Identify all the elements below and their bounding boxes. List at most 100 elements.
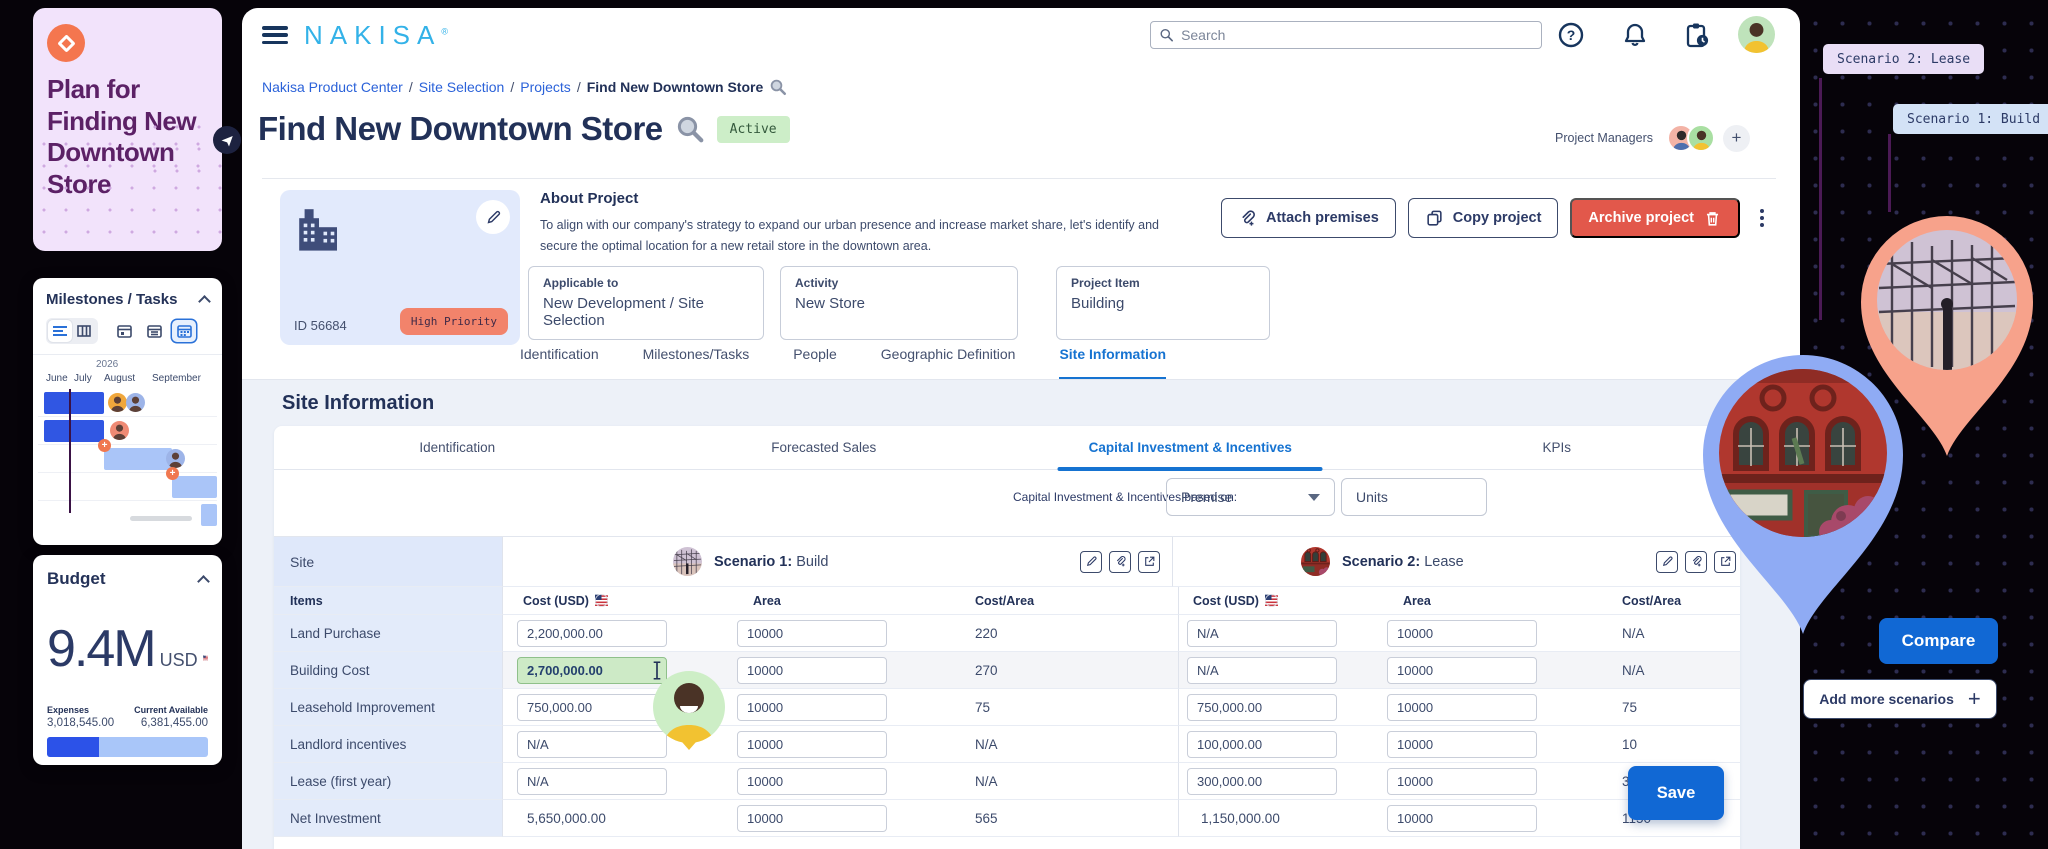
attach-scenario-button[interactable] [1109, 551, 1131, 573]
add-task-badge[interactable]: + [166, 467, 179, 480]
edit-scenario-button[interactable] [1656, 551, 1678, 573]
s1-area-input[interactable] [737, 805, 887, 832]
add-manager-button[interactable]: + [1723, 125, 1750, 152]
column-view-button[interactable] [72, 320, 96, 342]
subtab-capital-investment[interactable]: Capital Investment & Incentives [1007, 426, 1374, 469]
archive-project-button[interactable]: Archive project [1570, 198, 1740, 238]
s2-cost-input[interactable] [1187, 768, 1337, 795]
edit-scenario-button[interactable] [1080, 551, 1102, 573]
us-flag-icon [203, 650, 208, 666]
s2-area-input[interactable] [1387, 805, 1537, 832]
tab-people[interactable]: People [793, 346, 837, 380]
add-more-scenarios-button[interactable]: Add more scenarios+ [1803, 679, 1997, 719]
units-option[interactable]: Units [1341, 478, 1487, 516]
chevron-down-icon [1308, 494, 1320, 501]
edit-project-image-button[interactable] [476, 200, 510, 234]
month-calendar-button[interactable] [172, 320, 196, 342]
scenario1-header: Scenario 1: Build [503, 537, 1173, 587]
s2-area-input[interactable] [1387, 620, 1537, 647]
open-scenario-button[interactable] [1138, 551, 1160, 573]
s1-area-input[interactable] [737, 768, 887, 795]
tasks-clipboard-icon[interactable] [1684, 22, 1710, 48]
add-task-badge[interactable]: + [98, 439, 111, 452]
s1-area-input[interactable] [737, 694, 887, 721]
attach-premises-button[interactable]: Attach premises [1221, 198, 1396, 238]
priority-badge: High Priority [400, 308, 508, 335]
notifications-icon[interactable] [1622, 22, 1648, 48]
field-applicable-to[interactable]: Applicable to New Development / Site Sel… [528, 266, 764, 340]
tab-site-information[interactable]: Site Information [1059, 346, 1166, 380]
cost-area-column-header: Cost/Area [955, 587, 1179, 615]
tab-milestones-tasks[interactable]: Milestones/Tasks [643, 346, 750, 380]
today-marker [69, 389, 71, 513]
s2-area-input[interactable] [1387, 694, 1537, 721]
month-label: September [152, 373, 201, 384]
gantt-bar[interactable] [172, 476, 217, 498]
gantt-bar[interactable] [201, 504, 217, 526]
breadcrumb-link[interactable]: Site Selection [419, 79, 505, 95]
s2-area-input[interactable] [1387, 768, 1537, 795]
s1-area-input[interactable] [737, 620, 887, 647]
s2-cost-input[interactable] [1187, 620, 1337, 647]
scenario1-tag: Scenario 1: Build [1893, 104, 2048, 134]
s1-cost-input[interactable] [517, 768, 667, 795]
compare-button[interactable]: Compare [1879, 618, 1998, 664]
based-on-select[interactable]: Premise [1166, 478, 1335, 516]
s2-cost-input[interactable] [1187, 657, 1337, 684]
s1-cost-area-value: N/A [955, 763, 1179, 800]
collapse-chevron-icon[interactable] [197, 575, 210, 588]
s1-area-input[interactable] [737, 657, 887, 684]
budget-panel: Budget 9.4M USD Expenses 3,018,545.00 Cu… [33, 555, 222, 765]
s2-cost-input[interactable] [1187, 694, 1337, 721]
s1-cost-input[interactable] [517, 694, 667, 721]
breadcrumb-link[interactable]: Nakisa Product Center [262, 79, 403, 95]
s1-area-input[interactable] [737, 731, 887, 758]
scaffolding-photo [1877, 230, 2017, 370]
table-row: Leasehold Improvement 75 75 [274, 689, 1740, 726]
s1-cost-input-editing[interactable] [517, 657, 667, 684]
save-button[interactable]: Save [1628, 766, 1724, 820]
gantt-scrollbar[interactable] [130, 516, 192, 521]
copy-project-button[interactable]: Copy project [1408, 198, 1559, 238]
field-project-item[interactable]: Project Item Building [1056, 266, 1270, 340]
budget-currency: USD [160, 650, 198, 671]
s1-cost-input[interactable] [517, 731, 667, 758]
gantt-bar[interactable] [44, 392, 104, 414]
s2-cost-input[interactable] [1187, 731, 1337, 758]
pencil-icon [485, 209, 502, 226]
collapse-chevron-icon[interactable] [198, 295, 211, 308]
divider [262, 178, 1776, 179]
table-row: Building Cost 270 N/A [274, 652, 1740, 689]
subtab-kpis[interactable]: KPIs [1374, 426, 1741, 469]
assignee-avatar [166, 449, 185, 468]
scenario2-photo [1301, 547, 1330, 576]
manager-avatar[interactable] [1687, 124, 1715, 152]
field-activity[interactable]: Activity New Store [780, 266, 1018, 340]
assignee-avatar [126, 393, 145, 412]
breadcrumb-link[interactable]: Projects [520, 79, 571, 95]
more-options-icon[interactable] [1752, 205, 1772, 231]
gantt-bar[interactable] [44, 420, 104, 442]
menu-icon[interactable] [262, 26, 288, 44]
send-plan-button[interactable] [213, 126, 241, 154]
s2-area-input[interactable] [1387, 657, 1537, 684]
gantt-bar[interactable] [104, 448, 172, 470]
subtab-identification[interactable]: Identification [274, 426, 641, 469]
s2-cost-area-value: 75 [1610, 689, 1740, 726]
tab-identification[interactable]: Identification [520, 346, 599, 380]
search-input[interactable] [1181, 27, 1533, 43]
help-icon[interactable] [1558, 22, 1584, 48]
tab-geographic-definition[interactable]: Geographic Definition [881, 346, 1016, 380]
nakisa-logo: NAKISA® [304, 20, 448, 51]
search-icon [1159, 27, 1174, 43]
s1-cost-input[interactable] [517, 620, 667, 647]
day-calendar-button[interactable] [112, 320, 136, 342]
list-view-button[interactable] [48, 320, 72, 342]
subtab-forecasted-sales[interactable]: Forecasted Sales [641, 426, 1008, 469]
week-calendar-button[interactable] [142, 320, 166, 342]
table-row: Land Purchase 220 N/A [274, 615, 1740, 652]
s2-area-input[interactable] [1387, 731, 1537, 758]
about-heading: About Project [540, 190, 1160, 207]
scenario2-map-pin[interactable] [1698, 350, 1908, 641]
user-avatar[interactable] [1738, 16, 1775, 53]
